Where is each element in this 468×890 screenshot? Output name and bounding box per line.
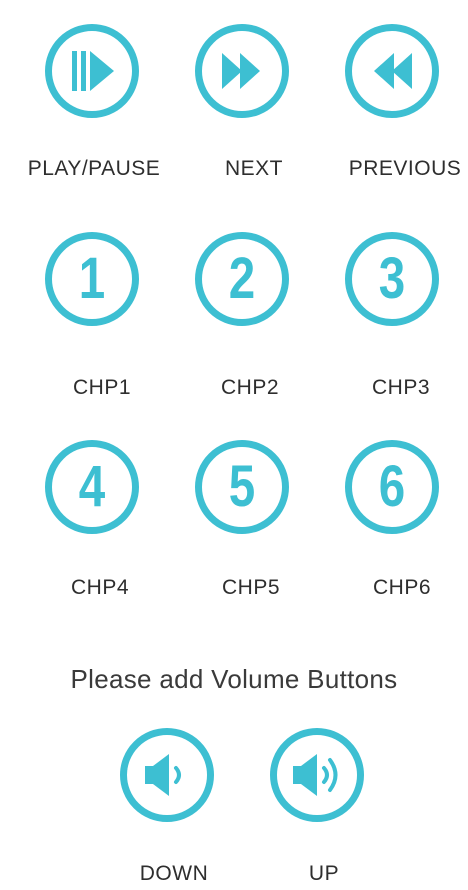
- chapter-6-button[interactable]: 6: [345, 440, 439, 534]
- chapter-2-number: 2: [228, 246, 256, 311]
- chapter-3-label: CHP3: [371, 376, 431, 399]
- chapter-1-label: CHP1: [72, 376, 132, 399]
- chapter-5-number: 5: [228, 454, 256, 519]
- fast-forward-icon: [222, 53, 260, 89]
- volume-up-label: UP: [308, 862, 340, 885]
- chapter-4-label: CHP4: [70, 576, 130, 599]
- chapter-3-number: 3: [378, 246, 406, 311]
- volume-down-icon: [145, 754, 181, 796]
- rewind-icon: [374, 53, 412, 89]
- chapter-2-label: CHP2: [220, 376, 280, 399]
- chapter-2-button[interactable]: 2: [195, 232, 289, 326]
- chapter-6-number: 6: [378, 454, 406, 519]
- volume-up-icon: [293, 754, 338, 796]
- previous-label: PREVIOUS: [348, 157, 462, 180]
- chapter-6-label: CHP6: [372, 576, 432, 599]
- volume-up-button[interactable]: [270, 728, 364, 822]
- chapter-5-label: CHP5: [221, 576, 281, 599]
- chapter-1-button[interactable]: 1: [45, 232, 139, 326]
- volume-note: Please add Volume Buttons: [70, 664, 398, 694]
- chapter-5-button[interactable]: 5: [195, 440, 289, 534]
- chapter-1-number: 1: [78, 246, 106, 311]
- volume-down-button[interactable]: [120, 728, 214, 822]
- chapter-4-number: 4: [78, 454, 106, 519]
- next-label: NEXT: [224, 157, 283, 180]
- chapter-3-button[interactable]: 3: [345, 232, 439, 326]
- play-pause-label: PLAY/PAUSE: [27, 157, 161, 180]
- volume-down-label: DOWN: [139, 862, 209, 885]
- next-button[interactable]: [195, 24, 289, 118]
- play-pause-button[interactable]: [45, 24, 139, 118]
- chapter-4-button[interactable]: 4: [45, 440, 139, 534]
- play-pause-icon: [72, 51, 114, 91]
- previous-button[interactable]: [345, 24, 439, 118]
